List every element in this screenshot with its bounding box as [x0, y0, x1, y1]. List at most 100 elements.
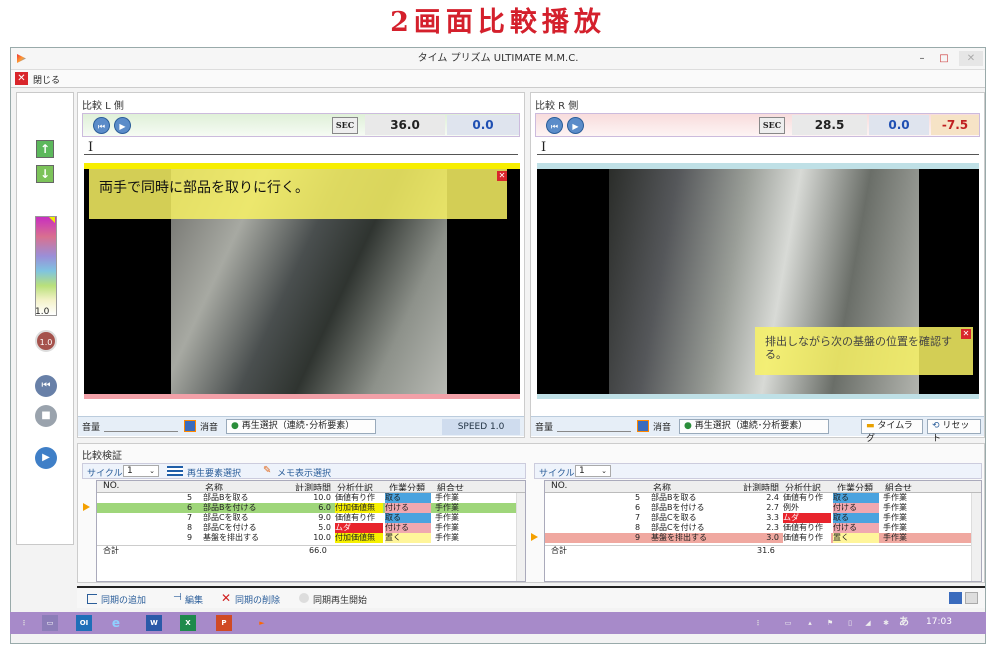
left-row-no: 9 [187, 533, 193, 542]
right-video[interactable]: 排出しながら次の基盤の位置を確認する。 ✕ [537, 169, 979, 394]
right-cycle-select[interactable]: 1 ⌄ [575, 465, 611, 477]
left-grid-header: NO. 名称 計測時間 分析仕訳 作業分類 組合せ [97, 481, 525, 493]
memo-pencil-icon[interactable]: ✎ [263, 465, 271, 476]
verify-title: 比較検証 [82, 451, 122, 462]
element-list-icon[interactable] [167, 466, 183, 476]
right-grid: NO. 名称 計測時間 分析仕訳 作業分類 組合せ 5 部品Bを取る 2.4 価値有り… [531, 480, 982, 582]
left-table-row[interactable]: 6 部品Bを付ける 6.0 付加価値無 付ける 手作業 [97, 503, 517, 513]
left-grid-scrollbar[interactable] [516, 493, 525, 581]
left-rewind-icon[interactable]: ⏮ [93, 117, 110, 134]
excel-icon[interactable]: X [180, 615, 196, 631]
right-table-row[interactable]: 7 部品Cを取る 3.3 ムダ 取る 手作業 [545, 513, 971, 523]
left-row-spec: ムダ [335, 523, 383, 533]
reset-button[interactable]: ⟲ リセット [927, 419, 981, 444]
left-table-row[interactable]: 9 基盤を排出する 10.0 付加価値無 置く 手作業 [97, 533, 517, 543]
left-col-spec: 分析仕訳 [337, 484, 374, 491]
left-table-row[interactable]: 8 部品Cを付ける 5.0 ムダ 付ける 手作業 [97, 523, 517, 533]
right-row-time: 2.4 [766, 493, 779, 502]
close-x-icon[interactable]: ✕ [15, 72, 28, 85]
signal-icon[interactable]: ◢ [860, 615, 876, 631]
right-row-cls: 取る [833, 513, 879, 523]
left-video-toolbar: 音量 消音 ● 再生選択（連続･分析要素） SPEED 1.0 [78, 416, 524, 436]
keyboard-icon[interactable]: ▭ [780, 615, 796, 631]
left-mute-icon[interactable] [184, 420, 196, 432]
timeprism-icon[interactable]: ► [254, 615, 270, 631]
battery-icon[interactable]: ▯ [842, 615, 858, 631]
browser-icon[interactable]: e [108, 615, 124, 631]
right-timeline[interactable]: I [537, 141, 979, 155]
right-table-row[interactable]: 8 部品Cを付ける 2.3 価値有り作 付ける 手作業 [545, 523, 971, 533]
right-play-icon[interactable]: ▶ [567, 117, 584, 134]
right-row-combo: 手作業 [883, 513, 907, 522]
right-grid-header: NO. 名称 計測時間 分析仕訳 作業分類 組合せ [545, 481, 981, 493]
right-grid-scrollbar[interactable] [971, 493, 981, 581]
right-control-bar: ⏮ ▶ SEC 28.5 0.0 -7.5 [535, 113, 980, 137]
down-arrow-button[interactable]: ↓ [36, 165, 54, 183]
left-play-select[interactable]: ● 再生選択（連続･分析要素） [226, 419, 376, 434]
right-table-row[interactable]: 6 部品Bを付ける 2.7 例外 付ける 手作業 [545, 503, 971, 513]
stop-icon[interactable]: ■ [35, 405, 57, 427]
left-volume-slider[interactable] [104, 421, 178, 432]
right-timeline-cursor[interactable]: I [541, 141, 546, 155]
left-play-icon[interactable]: ▶ [114, 117, 131, 134]
right-time-value: 28.5 [792, 115, 867, 135]
network-icon[interactable]: ✱ [878, 615, 894, 631]
outlook-icon[interactable]: OI [76, 615, 92, 631]
explorer-icon[interactable]: ▭ [42, 615, 58, 631]
flag-icon[interactable]: ⚑ [822, 615, 838, 631]
left-col-cls: 作業分類 [389, 484, 426, 491]
close-menu-label[interactable]: 閉じる [33, 73, 60, 86]
close-window-button[interactable]: ✕ [959, 51, 983, 66]
ime-indicator[interactable]: あ [896, 615, 912, 631]
left-row-name: 部品Bを付ける [203, 503, 257, 512]
right-sec-button[interactable]: SEC [759, 117, 785, 134]
sync-delete-icon[interactable]: ✕ [221, 591, 231, 605]
window-layout-icon[interactable] [965, 592, 978, 604]
right-mute-label[interactable]: 消音 [653, 420, 671, 433]
left-cycle-select[interactable]: 1 ⌄ [123, 465, 159, 477]
right-col-name: 名称 [653, 484, 672, 491]
sync-edit-icon[interactable]: ⊣ [173, 592, 182, 603]
sync-add-button[interactable]: 同期の追加 [101, 593, 146, 606]
right-mute-icon[interactable] [637, 420, 649, 432]
left-row-combo: 手作業 [435, 533, 459, 542]
right-total-row: 合計 31.6 [545, 545, 971, 555]
left-video[interactable]: 両手で同時に部品を取りに行く。 ✕ [84, 169, 520, 394]
sync-play-button[interactable]: 同期再生開始 [313, 593, 367, 606]
level-gauge[interactable] [35, 216, 57, 316]
maximize-button[interactable]: □ [933, 51, 955, 66]
minimize-button[interactable]: – [911, 51, 933, 66]
layout-icon[interactable] [949, 592, 962, 604]
left-table-row[interactable]: 7 部品Cを取る 9.0 価値有り作 取る 手作業 [97, 513, 517, 523]
elem-select-label[interactable]: 再生要素選択 [187, 466, 241, 479]
right-table-row[interactable]: 9 基盤を排出する 3.0 価値有り作 置く 手作業 [545, 533, 971, 543]
up-arrow-button[interactable]: ↑ [36, 140, 54, 158]
right-rewind-icon[interactable]: ⏮ [546, 117, 563, 134]
left-row-no: 5 [187, 493, 193, 502]
right-volume-label: 音量 [535, 423, 554, 433]
left-mute-label[interactable]: 消音 [200, 420, 218, 433]
right-row-cls: 付ける [833, 523, 879, 533]
sync-edit-button[interactable]: 編集 [185, 593, 203, 606]
memo-select-label[interactable]: メモ表示選択 [277, 466, 331, 479]
left-table-row[interactable]: 5 部品Bを取る 10.0 価値有り作 取る 手作業 [97, 493, 517, 503]
sync-delete-button[interactable]: 同期の削除 [235, 593, 280, 606]
rewind-icon[interactable]: ⏮ [35, 375, 57, 397]
speed-reset-button[interactable]: 1.0 [35, 330, 57, 352]
right-volume-slider[interactable] [557, 421, 631, 432]
right-col-cls: 作業分類 [837, 484, 874, 491]
right-table-row[interactable]: 5 部品Bを取る 2.4 価値有り作 取る 手作業 [545, 493, 971, 503]
right-play-select[interactable]: ● 再生選択（連続･分析要素） [679, 419, 829, 434]
tray-up-icon[interactable]: ▴ [802, 615, 818, 631]
word-icon[interactable]: W [146, 615, 162, 631]
left-caption-close-icon[interactable]: ✕ [497, 171, 507, 181]
left-timeline[interactable]: I [84, 141, 518, 155]
sync-play-icon[interactable] [299, 593, 309, 603]
sync-add-icon[interactable] [87, 594, 97, 604]
left-sec-button[interactable]: SEC [332, 117, 358, 134]
play-icon[interactable]: ▶ [35, 447, 57, 469]
powerpoint-icon[interactable]: P [216, 615, 232, 631]
right-caption-close-icon[interactable]: ✕ [961, 329, 971, 339]
timelag-button[interactable]: ▬ タイムラグ [861, 419, 923, 444]
left-timeline-cursor[interactable]: I [88, 141, 93, 155]
